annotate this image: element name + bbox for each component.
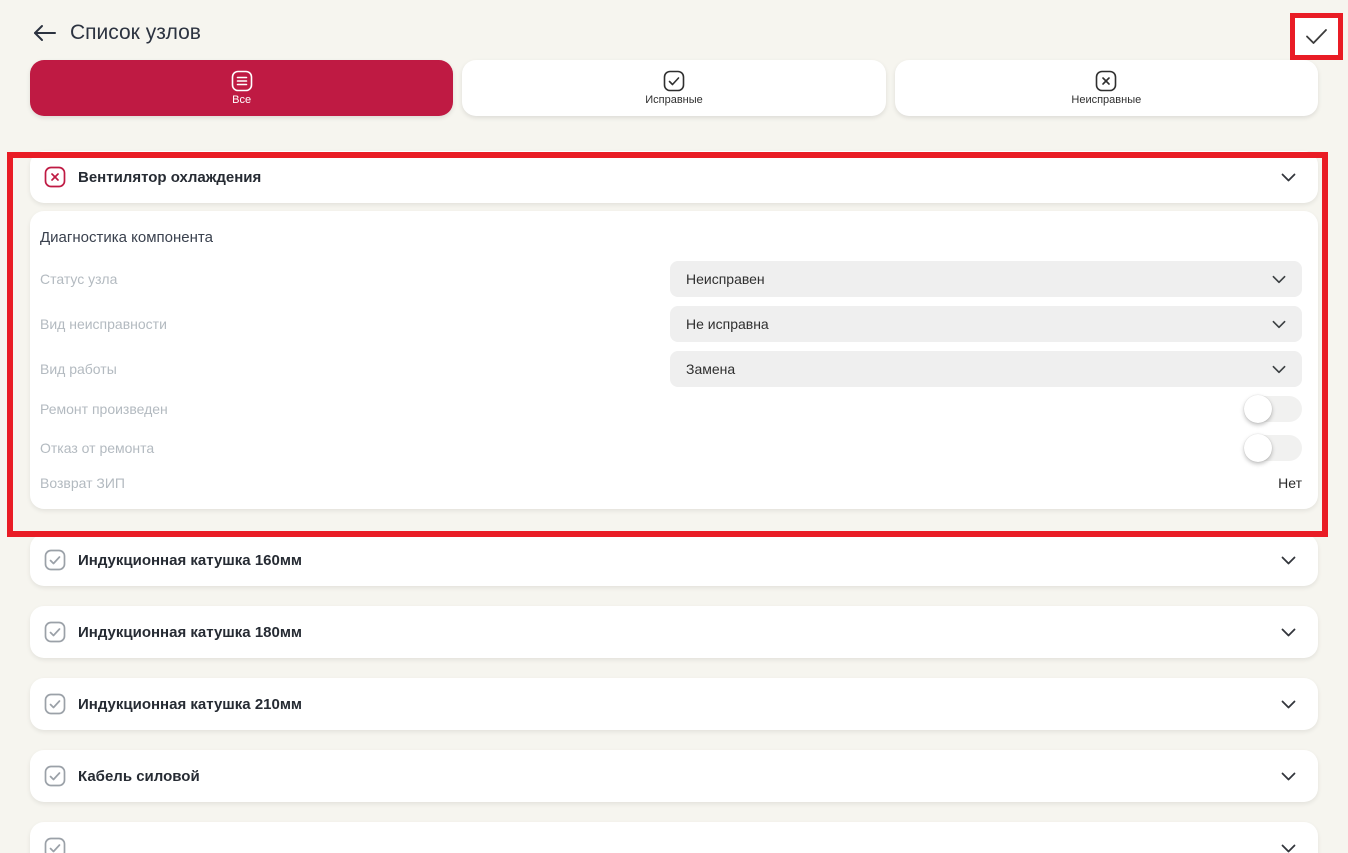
node-title: Вентилятор охлаждения (78, 169, 261, 186)
field-row: Ремонт произведен (40, 396, 1302, 422)
ok-status-icon (44, 765, 66, 787)
node-card[interactable]: Индукционная катушка 160мм (30, 534, 1318, 586)
chevron-down-icon (1272, 275, 1286, 284)
dropdown-value: Не исправна (686, 316, 769, 332)
field-row: Вид работы Замена (40, 351, 1302, 387)
node-title: Индукционная катушка 160мм (78, 552, 302, 569)
dropdown-value: Неисправен (686, 271, 765, 287)
tab-working[interactable]: Исправные (462, 60, 885, 116)
field-label: Статус узла (40, 271, 117, 287)
ok-status-icon (44, 837, 66, 853)
back-button[interactable] (32, 24, 57, 42)
tab-label: Все (232, 95, 251, 106)
chevron-down-icon[interactable] (1281, 700, 1296, 709)
dropdown[interactable]: Неисправен (670, 261, 1302, 297)
faulty-status-icon (44, 166, 66, 188)
field-row: Статус узла Неисправен (40, 261, 1302, 297)
field-label: Отказ от ремонта (40, 440, 154, 456)
field-row: Отказ от ремонта (40, 435, 1302, 461)
field-row: Вид неисправности Не исправна (40, 306, 1302, 342)
toggle-knob (1244, 434, 1272, 462)
dropdown[interactable]: Не исправна (670, 306, 1302, 342)
node-title: Кабель силовой (78, 768, 200, 785)
tab-faulty[interactable]: Неисправные (895, 60, 1318, 116)
field-label: Вид работы (40, 361, 117, 377)
toggle-knob (1244, 395, 1272, 423)
node-card[interactable]: Кабель силовой (30, 750, 1318, 802)
check-icon (1305, 28, 1328, 45)
chevron-down-icon[interactable] (1281, 628, 1296, 637)
node-card[interactable] (30, 822, 1318, 853)
node-title: Индукционная катушка 210мм (78, 696, 302, 713)
check-square-icon (663, 70, 685, 92)
filter-tabs: Все Исправные Неисправные (30, 60, 1318, 116)
diagnostics-panel: Диагностика компонента Статус узла Неисп… (30, 211, 1318, 509)
chevron-down-icon[interactable] (1281, 844, 1296, 853)
field-row: Возврат ЗИП Нет (40, 475, 1302, 491)
section-title: Диагностика компонента (40, 229, 1302, 246)
annotation-confirm-highlight (1290, 13, 1343, 60)
chevron-down-icon (1272, 320, 1286, 329)
tab-label: Исправные (645, 95, 703, 106)
page-title: Список узлов (70, 21, 201, 45)
header: Список узлов (0, 0, 1348, 60)
ok-status-icon (44, 549, 66, 571)
list-square-icon (231, 70, 253, 92)
node-header-cooling-fan[interactable]: Вентилятор охлаждения (30, 151, 1318, 203)
chevron-down-icon[interactable] (1281, 772, 1296, 781)
tab-all[interactable]: Все (30, 60, 453, 116)
node-title: Индукционная катушка 180мм (78, 624, 302, 641)
ok-status-icon (44, 621, 66, 643)
node-card[interactable]: Индукционная катушка 180мм (30, 606, 1318, 658)
toggle-switch[interactable] (1245, 435, 1302, 461)
node-list-screen: Список узлов Все Исправные Неисправные В… (0, 0, 1348, 853)
field-rows: Статус узла Неисправен Вид неисправности… (40, 261, 1302, 491)
chevron-down-icon[interactable] (1281, 556, 1296, 565)
chevron-down-icon[interactable] (1281, 173, 1296, 182)
back-arrow-icon (32, 24, 57, 42)
tab-label: Неисправные (1071, 95, 1141, 106)
node-list: Индукционная катушка 160мм Индукционная … (0, 534, 1348, 853)
toggle-switch[interactable] (1245, 396, 1302, 422)
x-square-icon (1095, 70, 1117, 92)
confirm-button[interactable] (1303, 26, 1330, 47)
dropdown-value: Замена (686, 361, 735, 377)
chevron-down-icon (1272, 365, 1286, 374)
field-label: Ремонт произведен (40, 401, 168, 417)
dropdown[interactable]: Замена (670, 351, 1302, 387)
node-card[interactable]: Индукционная катушка 210мм (30, 678, 1318, 730)
field-label: Возврат ЗИП (40, 475, 125, 491)
ok-status-icon (44, 693, 66, 715)
field-value: Нет (1278, 475, 1302, 491)
field-label: Вид неисправности (40, 316, 167, 332)
